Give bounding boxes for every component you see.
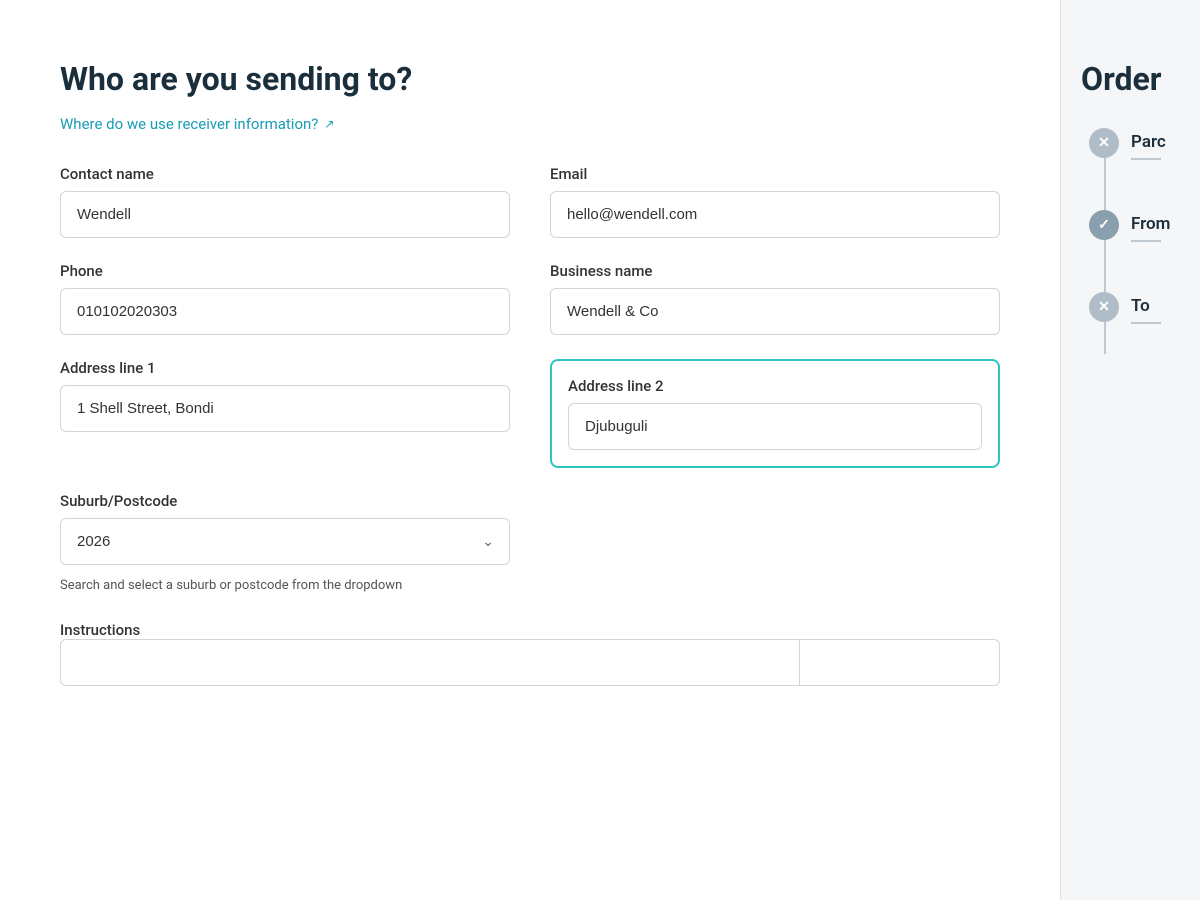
instructions-input-primary[interactable] — [60, 639, 800, 686]
suburb-label: Suburb/Postcode — [60, 492, 510, 510]
address-line2-input[interactable] — [568, 403, 982, 450]
timeline-label-to: To — [1131, 292, 1161, 316]
phone-label: Phone — [60, 262, 510, 280]
suburb-hint: Search and select a suburb or postcode f… — [60, 577, 510, 595]
timeline-dash-parcel — [1131, 158, 1161, 160]
address-line2-group: Address line 2 — [550, 359, 1000, 468]
email-label: Email — [550, 165, 1000, 183]
instructions-label: Instructions — [60, 621, 140, 639]
timeline-circle-parcel: ✕ — [1089, 128, 1119, 158]
timeline-circle-from: ✓ — [1089, 210, 1119, 240]
contact-name-group: Contact name — [60, 165, 510, 238]
timeline: ✕ Parc ✓ From ✕ To — [1061, 128, 1200, 374]
timeline-item-parcel: ✕ Parc — [1089, 128, 1166, 160]
phone-group: Phone — [60, 262, 510, 335]
contact-name-input[interactable] — [60, 191, 510, 238]
info-link-text: Where do we use receiver information? — [60, 115, 318, 133]
email-group: Email — [550, 165, 1000, 238]
suburb-select-wrapper: 2026 ⌄ — [60, 518, 510, 565]
instructions-input-row — [60, 639, 1000, 686]
instructions-section: Instructions — [60, 620, 1000, 686]
timeline-label-parcel: Parc — [1131, 128, 1166, 152]
timeline-label-from: From — [1131, 210, 1170, 234]
business-name-input[interactable] — [550, 288, 1000, 335]
timeline-circle-to: ✕ — [1089, 292, 1119, 322]
order-sidebar: Order ✕ Parc ✓ From ✕ — [1060, 0, 1200, 900]
address-line1-label: Address line 1 — [60, 359, 510, 377]
form-grid: Contact name Email Phone Business name A… — [60, 165, 1000, 595]
suburb-group: Suburb/Postcode 2026 ⌄ Search and select… — [60, 492, 510, 595]
address-line1-group: Address line 1 — [60, 359, 510, 468]
order-title: Order — [1061, 60, 1182, 98]
timeline-dash-from — [1131, 240, 1161, 242]
address-line2-label: Address line 2 — [568, 377, 982, 395]
receiver-info-link[interactable]: Where do we use receiver information? ↗ — [60, 115, 334, 133]
suburb-select[interactable]: 2026 — [60, 518, 510, 565]
email-input[interactable] — [550, 191, 1000, 238]
timeline-item-to: ✕ To — [1089, 292, 1161, 324]
business-name-group: Business name — [550, 262, 1000, 335]
contact-name-label: Contact name — [60, 165, 510, 183]
external-link-icon: ↗ — [324, 117, 334, 131]
instructions-input-secondary[interactable] — [800, 639, 1000, 686]
address-line1-input[interactable] — [60, 385, 510, 432]
timeline-dash-to — [1131, 322, 1161, 324]
phone-input[interactable] — [60, 288, 510, 335]
timeline-item-from: ✓ From — [1089, 210, 1170, 242]
business-name-label: Business name — [550, 262, 1000, 280]
page-title: Who are you sending to? — [60, 60, 1000, 98]
